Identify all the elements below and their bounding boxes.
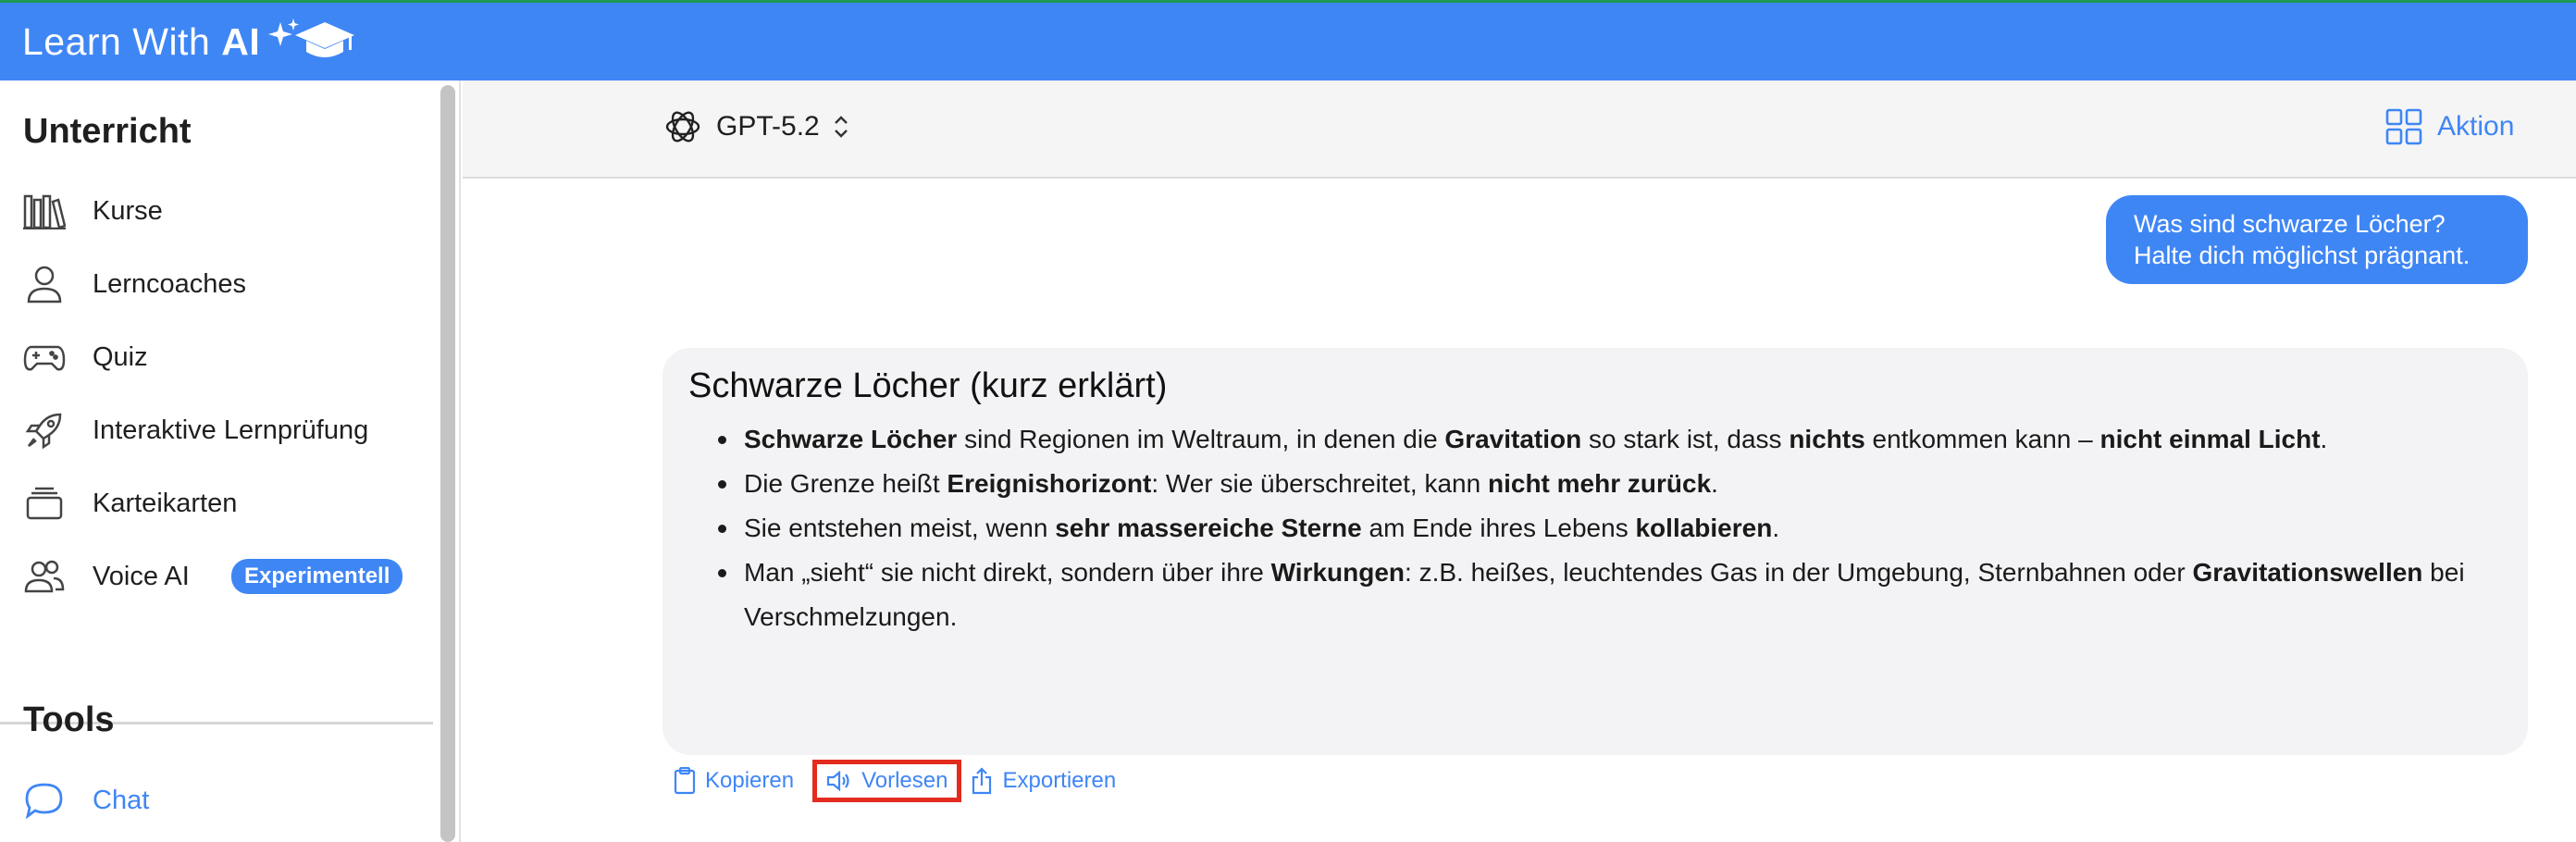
chat-bubble-icon [22,778,67,823]
bullet-emphasis: Schwarze Löcher [744,425,958,453]
read-aloud-button[interactable]: Vorlesen [812,760,962,802]
sparkle-graduation-cap-icon [268,19,355,57]
bullet-text: . [1772,514,1780,542]
openai-logo-icon [665,111,700,142]
section-title-tools: Tools [23,700,115,739]
model-name: GPT-5.2 [716,111,820,142]
answer-bullet-list: Schwarze Löcher sind Regionen im Weltrau… [718,417,2502,639]
bullet-emphasis: kollabieren [1635,514,1773,542]
bullet-text: so stark ist, dass [1581,425,1790,453]
sidebar-item-quiz[interactable]: Quiz [0,327,426,388]
copy-label: Kopieren [705,768,795,793]
assistant-message: Schwarze Löcher (kurz erklärt) Schwarze … [663,348,2528,755]
app-logo[interactable]: Learn With AI [22,17,356,67]
gamepad-icon [22,335,67,379]
sidebar-scrollbar-thumb[interactable] [440,85,455,842]
bullet-emphasis: Wirkungen [1270,558,1406,587]
bullet-emphasis: Gravitationswellen [2192,558,2423,587]
bullet-text: Sie entstehen meist, wenn [744,514,1056,542]
app-header: Learn With AI [0,0,2576,80]
person-icon [22,262,67,306]
bullet-emphasis: Ereignishorizont [947,469,1152,498]
section-title-unterricht: Unterricht [23,112,192,151]
model-selector[interactable]: GPT-5.2 [663,106,849,147]
sidebar-item-label: Voice AI [93,561,190,591]
export-label: Exportieren [1002,768,1117,793]
bullet-emphasis: Gravitation [1444,425,1582,453]
sidebar-item-voice-ai[interactable]: Voice AI Experimentell [0,546,426,607]
answer-bullet: Sie entstehen meist, wenn sehr massereic… [718,506,2502,551]
people-icon [22,554,67,599]
bullet-emphasis: nicht mehr zurück [1487,469,1712,498]
bullet-text: . [1711,469,1718,498]
bullet-text: sind Regionen im Weltraum, in denen die [957,425,1445,453]
bullet-text: : Wer sie überschreitet, kann [1151,469,1488,498]
share-icon [972,767,992,795]
sidebar-item-kurse[interactable]: Kurse [0,180,426,241]
sidebar-item-interaktive-lernpruefung[interactable]: Interaktive Lernprüfung [0,400,426,461]
bullet-text: entkommen kann – [1864,425,2100,453]
sidebar: Unterricht Kurse Lerncoaches Quiz Intera… [0,80,433,842]
user-message: Was sind schwarze Löcher? Halte dich mög… [2106,195,2528,284]
bullet-emphasis: sehr massereiche Sterne [1055,514,1362,542]
answer-title: Schwarze Löcher (kurz erklärt) [688,366,1168,405]
sidebar-item-label: Kurse [93,195,163,226]
sidebar-item-label: Interaktive Lernprüfung [93,415,369,445]
card-stack-icon [22,481,67,526]
sidebar-item-lerncoaches[interactable]: Lerncoaches [0,254,426,315]
answer-bullet: Die Grenze heißt Ereignishorizont: Wer s… [718,462,2502,506]
clipboard-icon [674,767,696,795]
speaker-icon [826,770,849,792]
sidebar-item-karteikarten[interactable]: Karteikarten [0,473,426,534]
app-title-bold: AI [221,19,261,63]
bullet-text: Man „sieht“ sie nicht direkt, sondern üb… [744,558,1271,587]
bullet-text: : z.B. heißes, leuchtendes Gas in der Um… [1405,558,2193,587]
bullet-emphasis: nichts [1789,425,1865,453]
answer-bullet: Schwarze Löcher sind Regionen im Weltrau… [718,417,2502,462]
grid-icon [2385,108,2422,145]
bullet-text: am Ende ihres Lebens [1361,514,1636,542]
bullet-text: Die Grenze heißt [744,469,947,498]
app-title-prefix: Learn With [22,19,211,63]
sidebar-item-label: Karteikarten [93,488,238,518]
action-button[interactable]: Aktion [2385,108,2514,145]
chat-main: GPT-5.2 Aktion Was sind schwarze Löcher?… [463,80,2576,842]
sidebar-item-label: Chat [93,785,150,815]
sidebar-item-chat[interactable]: Chat [0,770,426,831]
user-message-line: Was sind schwarze Löcher? [2134,210,2446,238]
sidebar-item-label: Lerncoaches [93,268,247,299]
books-icon [22,189,67,233]
user-message-line: Halte dich möglichst prägnant. [2134,241,2471,269]
answer-bullet: Man „sieht“ sie nicht direkt, sondern üb… [718,551,2502,639]
rocket-icon [22,408,67,452]
bullet-text: . [2320,425,2328,453]
sidebar-item-label: Quiz [93,341,148,372]
chevron-up-down-icon [834,116,848,138]
copy-button[interactable]: Kopieren [664,760,803,802]
action-label: Aktion [2437,111,2515,142]
bullet-emphasis: nicht einmal Licht [2099,425,2321,453]
experimental-badge: Experimentell [231,559,403,594]
message-actions: Kopieren Vorlesen Exportieren [664,760,1125,802]
read-aloud-label: Vorlesen [861,768,948,793]
export-button[interactable]: Exportieren [961,760,1125,802]
chat-toolbar: GPT-5.2 Aktion [463,80,2576,179]
